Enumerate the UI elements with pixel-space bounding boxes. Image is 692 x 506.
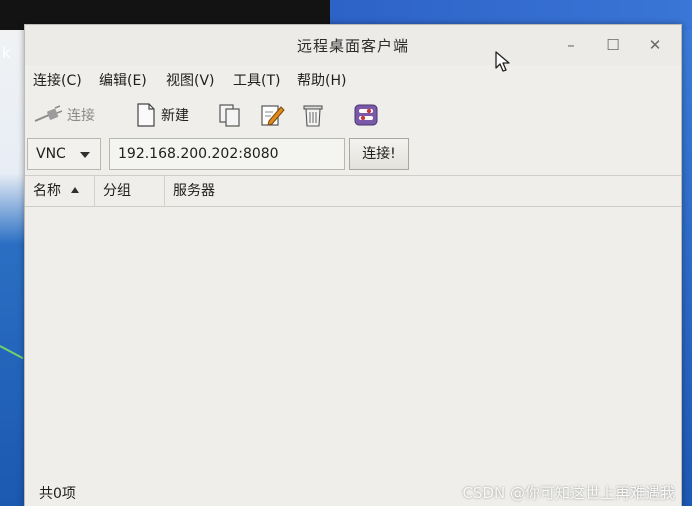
- menu-view[interactable]: 视图(V): [166, 70, 215, 90]
- menu-help[interactable]: 帮助(H): [297, 70, 346, 90]
- trash-icon: [303, 105, 323, 127]
- toolbar-edit-button[interactable]: [259, 101, 285, 129]
- close-button[interactable]: ✕: [643, 35, 667, 55]
- quick-connect-bar: VNC 192.168.200.202:8080 连接!: [25, 136, 681, 174]
- watermark-text: CSDN @你可知这世上再难遇我: [462, 484, 675, 502]
- column-header-group[interactable]: 分组: [95, 176, 165, 206]
- new-document-icon: [137, 103, 155, 127]
- item-count-status: 共0项: [39, 486, 76, 502]
- column-header-name[interactable]: 名称: [25, 176, 95, 206]
- protocol-select-value: VNC: [36, 146, 66, 162]
- column-header-server-label: 服务器: [173, 183, 215, 199]
- minimize-button[interactable]: –: [559, 35, 583, 55]
- server-address-input[interactable]: 192.168.200.202:8080: [109, 138, 345, 170]
- menu-bar: 连接(C) 编辑(E) 视图(V) 工具(T) 帮助(H): [25, 67, 681, 93]
- toolbar-new-label: 新建: [161, 108, 189, 124]
- toolbar-delete-button[interactable]: [301, 101, 325, 129]
- connection-list[interactable]: 名称 分组 服务器: [25, 175, 681, 469]
- toolbar-new-button[interactable]: 新建: [135, 101, 189, 129]
- list-header: 名称 分组 服务器: [25, 175, 681, 207]
- remote-desktop-window: 远程桌面客户端 – ☐ ✕ 连接(C) 编辑(E) 视图(V) 工具(T) 帮助…: [24, 24, 682, 506]
- edit-icon: [261, 105, 285, 126]
- maximize-button[interactable]: ☐: [601, 35, 625, 55]
- toolbar-preferences-button[interactable]: [353, 101, 379, 129]
- menu-edit[interactable]: 编辑(E): [99, 70, 147, 90]
- toolbar: 连接 新建: [25, 97, 681, 133]
- status-bar: 共0项 CSDN @你可知这世上再难遇我: [25, 477, 681, 506]
- sort-ascending-icon: [71, 187, 80, 193]
- copy-icon: [219, 104, 240, 127]
- chevron-down-icon: [80, 152, 90, 158]
- column-header-server[interactable]: 服务器: [165, 176, 365, 206]
- quick-connect-button[interactable]: 连接!: [349, 138, 409, 170]
- protocol-select[interactable]: VNC: [27, 138, 101, 170]
- toolbar-copy-button[interactable]: [217, 101, 243, 129]
- menu-connect[interactable]: 连接(C): [33, 70, 82, 90]
- title-bar[interactable]: 远程桌面客户端 – ☐ ✕: [25, 25, 681, 72]
- toolbar-connect-label: 连接: [67, 108, 95, 124]
- toolbar-connect-button[interactable]: 连接: [33, 101, 95, 129]
- column-header-name-label: 名称: [33, 183, 61, 199]
- plug-icon: [34, 105, 63, 122]
- column-header-group-label: 分组: [103, 183, 131, 199]
- desktop-background-left: k: [0, 30, 24, 506]
- menu-tools[interactable]: 工具(T): [233, 70, 280, 90]
- preferences-icon: [354, 104, 378, 126]
- desktop-left-text: k: [2, 44, 11, 62]
